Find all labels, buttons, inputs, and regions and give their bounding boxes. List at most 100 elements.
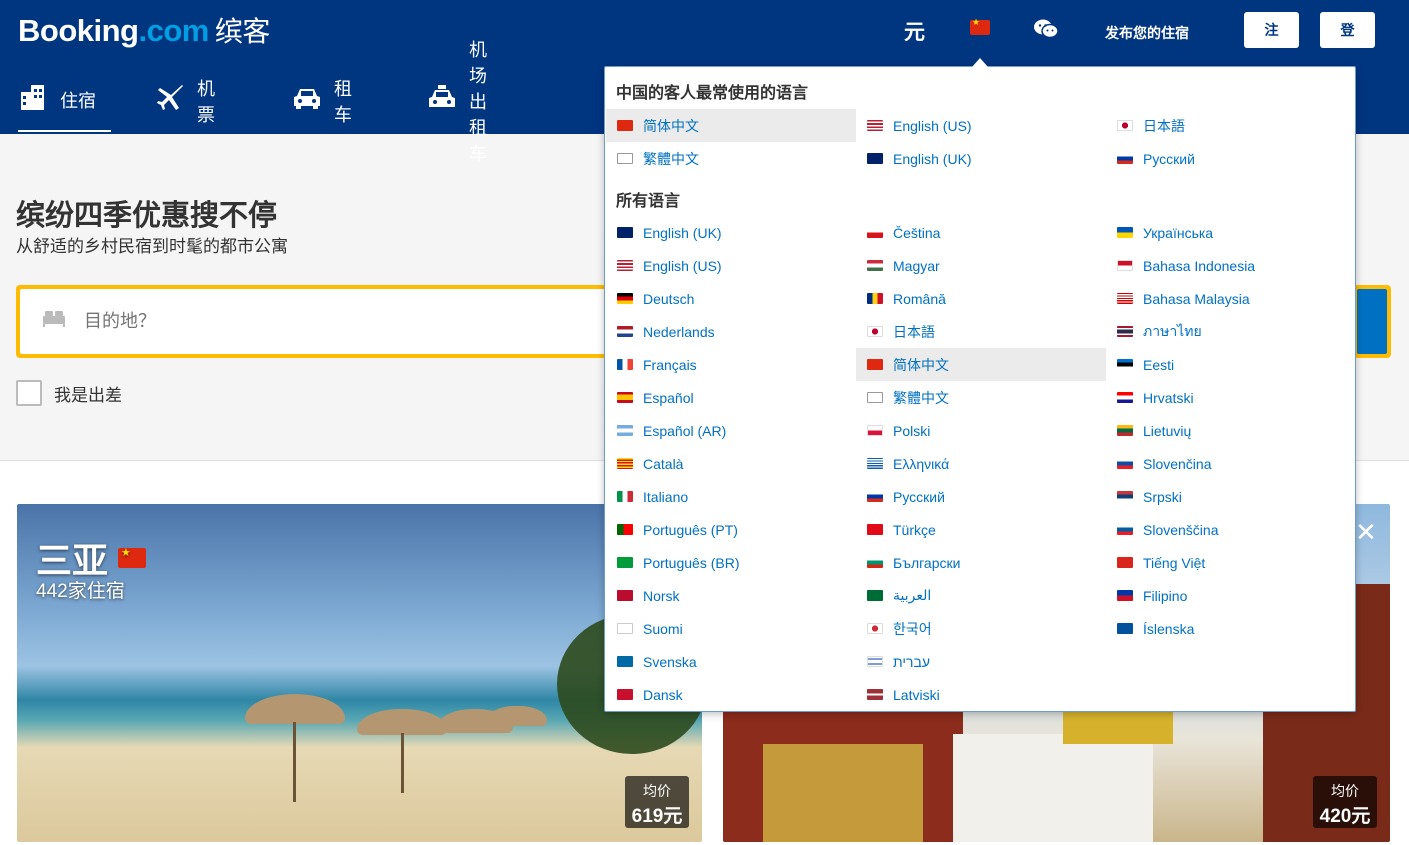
language-label: Bahasa Indonesia: [1143, 257, 1256, 274]
language-option[interactable]: Dansk: [606, 678, 856, 711]
language-option[interactable]: Bahasa Indonesia: [1106, 249, 1356, 282]
popular-language-option[interactable]: 简体中文: [606, 109, 856, 142]
price-label: 均价: [643, 783, 671, 799]
language-option[interactable]: Bahasa Malaysia: [1106, 282, 1356, 315]
flag-br-icon: [617, 557, 633, 568]
logo-text: Booking: [18, 13, 139, 48]
language-option[interactable]: Hrvatski: [1106, 381, 1356, 414]
language-option[interactable]: Română: [856, 282, 1106, 315]
language-option[interactable]: Български: [856, 546, 1106, 579]
nav-stays[interactable]: 住宿: [18, 70, 111, 132]
language-option[interactable]: עברית: [856, 645, 1106, 678]
language-option[interactable]: Italiano: [606, 480, 856, 513]
register-button[interactable]: 注册: [1244, 12, 1299, 74]
flag-uk-icon: [867, 153, 883, 164]
language-label: Українська: [1143, 224, 1214, 241]
language-option[interactable]: العربية: [856, 579, 1106, 612]
language-option[interactable]: Türkçe: [856, 513, 1106, 546]
language-option[interactable]: Português (PT): [606, 513, 856, 546]
flag-ua-icon: [1117, 227, 1133, 238]
language-option[interactable]: 简体中文: [856, 348, 1106, 381]
business-travel-option[interactable]: 我是出差: [16, 380, 122, 406]
bed-icon: [43, 311, 65, 327]
price-label: 均价: [1331, 783, 1359, 799]
list-property-link[interactable]: 发布您的住宿: [1105, 23, 1189, 43]
language-option[interactable]: Norsk: [606, 579, 856, 612]
language-option[interactable]: Slovenčina: [1106, 447, 1356, 480]
language-option[interactable]: Lietuvių: [1106, 414, 1356, 447]
popular-language-option[interactable]: 繁體中文: [606, 142, 856, 175]
business-checkbox[interactable]: [16, 380, 42, 406]
language-option[interactable]: Deutsch: [606, 282, 856, 315]
language-option[interactable]: Íslenska: [1106, 612, 1356, 645]
language-option[interactable]: Español: [606, 381, 856, 414]
language-option[interactable]: 日本語: [856, 315, 1106, 348]
language-option[interactable]: English (UK): [606, 216, 856, 249]
language-label: Lietuvių: [1143, 422, 1192, 439]
popular-language-option[interactable]: English (UK): [856, 142, 1106, 175]
language-option[interactable]: 한국어: [856, 612, 1106, 645]
flag-us-icon: [617, 260, 633, 271]
language-option[interactable]: Ελληνικά: [856, 447, 1106, 480]
language-option[interactable]: ภาษาไทย: [1106, 315, 1356, 348]
language-label: Español (AR): [643, 422, 727, 439]
login-button[interactable]: 登录: [1320, 12, 1375, 74]
language-option[interactable]: Latviski: [856, 678, 1106, 711]
close-icon[interactable]: ✕: [1355, 517, 1377, 548]
language-dropdown: 中国的客人最常使用的语言 简体中文 English (US) 日本語 繁體中文 Engl…: [604, 66, 1356, 712]
language-option[interactable]: English (US): [606, 249, 856, 282]
language-option[interactable]: Tiếng Việt: [1106, 546, 1356, 579]
taxi-icon: [427, 85, 457, 117]
language-option[interactable]: Català: [606, 447, 856, 480]
language-label: Norsk: [643, 587, 680, 604]
flag-se-icon: [617, 656, 633, 667]
language-option[interactable]: 繁體中文: [856, 381, 1106, 414]
language-option[interactable]: Eesti: [1106, 348, 1356, 381]
nav-car-rental[interactable]: 租车: [292, 70, 352, 132]
flag-tr-icon: [867, 524, 883, 535]
card-price-tag: 均价 619元: [625, 776, 689, 828]
language-label: 简体中文: [893, 356, 949, 373]
popular-language-option[interactable]: 日本語: [1106, 109, 1356, 142]
popular-language-option[interactable]: English (US): [856, 109, 1106, 142]
nav-flights[interactable]: 机票: [157, 70, 215, 132]
popular-language-option[interactable]: Русский: [1106, 142, 1356, 175]
language-option[interactable]: Українська: [1106, 216, 1356, 249]
flag-lv-icon: [867, 689, 883, 700]
dropdown-caret: [972, 58, 988, 67]
language-option[interactable]: Magyar: [856, 249, 1106, 282]
language-label: Català: [643, 455, 684, 472]
booking-logo[interactable]: Booking.com 缤客: [18, 10, 270, 50]
language-option[interactable]: Русский: [856, 480, 1106, 513]
flag-es-icon: [617, 392, 633, 403]
language-option[interactable]: Slovenščina: [1106, 513, 1356, 546]
language-flag-icon[interactable]: [970, 17, 990, 35]
flag-ee-icon: [1117, 359, 1133, 370]
destination-input[interactable]: [20, 289, 620, 354]
language-option[interactable]: Português (BR): [606, 546, 856, 579]
currency-selector[interactable]: 元: [904, 16, 925, 46]
language-option[interactable]: Srpski: [1106, 480, 1356, 513]
flag-it-icon: [617, 491, 633, 502]
language-option[interactable]: Suomi: [606, 612, 856, 645]
language-option[interactable]: Filipino: [1106, 579, 1356, 612]
card-umbrella: [487, 706, 547, 726]
language-option[interactable]: Čeština: [856, 216, 1106, 249]
nav-airport-taxi-label: 机场出租车: [469, 40, 487, 164]
language-option[interactable]: Nederlands: [606, 315, 856, 348]
language-option[interactable]: Polski: [856, 414, 1106, 447]
nav-airport-taxi[interactable]: 机场出租车: [427, 40, 487, 164]
flag-vn-icon: [1117, 557, 1133, 568]
flag-de-icon: [617, 293, 633, 304]
search-button[interactable]: [1357, 289, 1387, 354]
flag-ru-icon: [1117, 153, 1133, 164]
destination-card-sanya[interactable]: 三亚 442家住宿 均价 619元: [17, 504, 702, 842]
nav-car-rental-label: 租车: [334, 79, 352, 125]
language-option[interactable]: Français: [606, 348, 856, 381]
language-option[interactable]: Español (AR): [606, 414, 856, 447]
language-label: Русский: [1143, 150, 1195, 167]
language-option[interactable]: Svenska: [606, 645, 856, 678]
wechat-icon[interactable]: [1033, 18, 1059, 45]
language-label: Polski: [893, 422, 931, 439]
all-languages-heading: 所有语言: [616, 193, 681, 210]
